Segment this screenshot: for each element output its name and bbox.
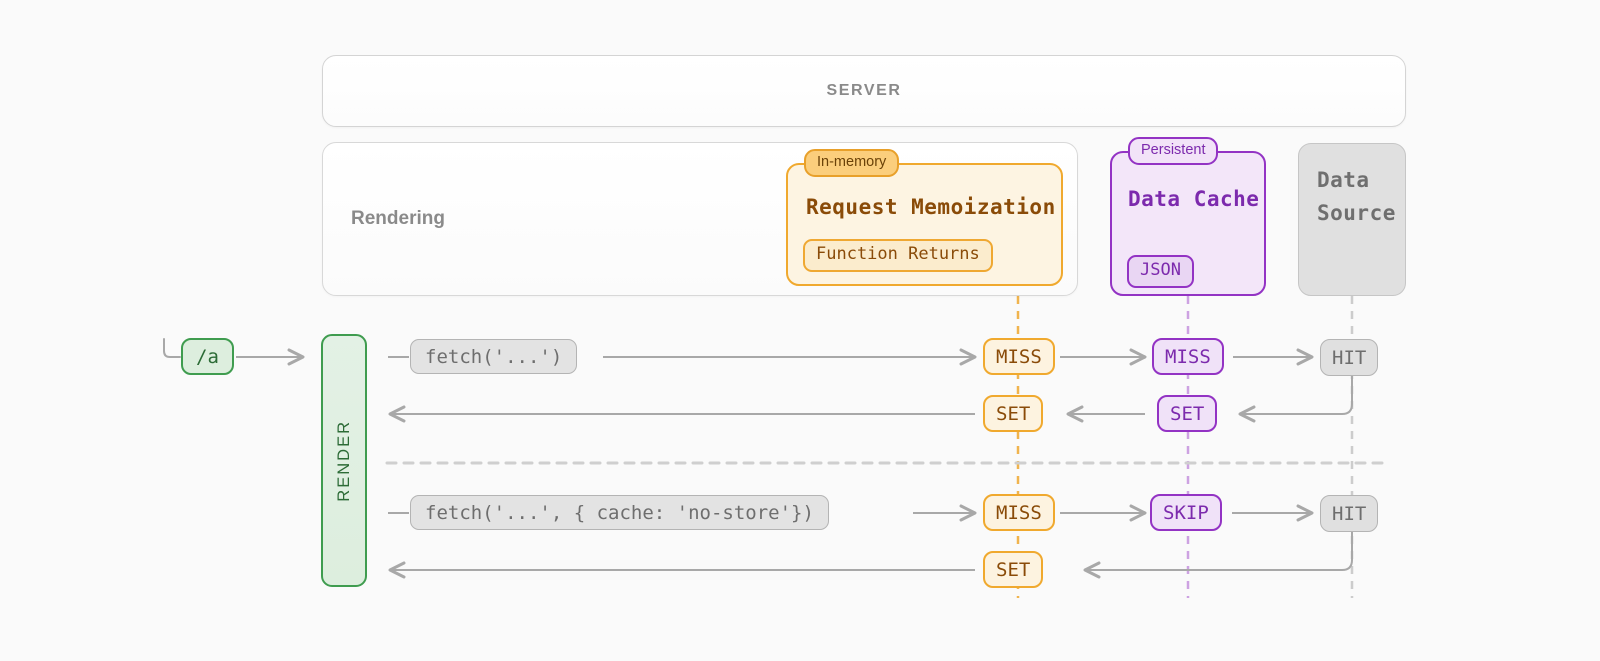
row1-data-cache-status: MISS [1152, 338, 1224, 375]
row1-fetch-pill: fetch('...') [410, 339, 577, 374]
row1-data-source-status: HIT [1320, 339, 1378, 376]
data-cache-chip: JSON [1127, 255, 1194, 288]
request-memoization-badge: In-memory [804, 149, 899, 177]
route-badge[interactable]: /a [181, 338, 234, 375]
request-memoization-chip: Function Returns [803, 239, 993, 272]
render-bar-label: RENDER [335, 420, 354, 502]
data-source-title-line1: Data [1317, 164, 1396, 197]
row2-data-source-status: HIT [1320, 495, 1378, 532]
entry-hook [164, 339, 180, 357]
row2-data-cache-status: SKIP [1150, 494, 1222, 531]
row2-memoization-status: MISS [983, 494, 1055, 531]
row1-memoization-return: SET [983, 395, 1043, 432]
data-cache-card: Persistent Data Cache JSON [1110, 151, 1266, 296]
row2-memoization-return: SET [983, 551, 1043, 588]
render-bar: RENDER [321, 334, 367, 587]
request-memoization-card: In-memory Request Memoization Function R… [786, 163, 1063, 286]
row1-source-return [1240, 375, 1352, 414]
diagram-canvas: SERVER Rendering In-memory Request Memoi… [0, 0, 1600, 661]
rendering-label: Rendering [351, 208, 445, 230]
data-cache-badge: Persistent [1128, 137, 1218, 165]
row2-fetch-pill: fetch('...', { cache: 'no-store'}) [410, 495, 829, 530]
data-source-title-line2: Source [1317, 197, 1396, 230]
data-source-card: Data Source [1298, 143, 1406, 296]
data-source-title: Data Source [1317, 164, 1396, 229]
data-cache-title: Data Cache [1128, 187, 1259, 211]
request-memoization-title: Request Memoization [806, 195, 1056, 219]
row1-data-cache-return: SET [1157, 395, 1217, 432]
server-label: SERVER [826, 82, 901, 100]
row1-memoization-status: MISS [983, 338, 1055, 375]
server-container: SERVER [322, 55, 1406, 127]
row2-source-return [1085, 531, 1352, 570]
